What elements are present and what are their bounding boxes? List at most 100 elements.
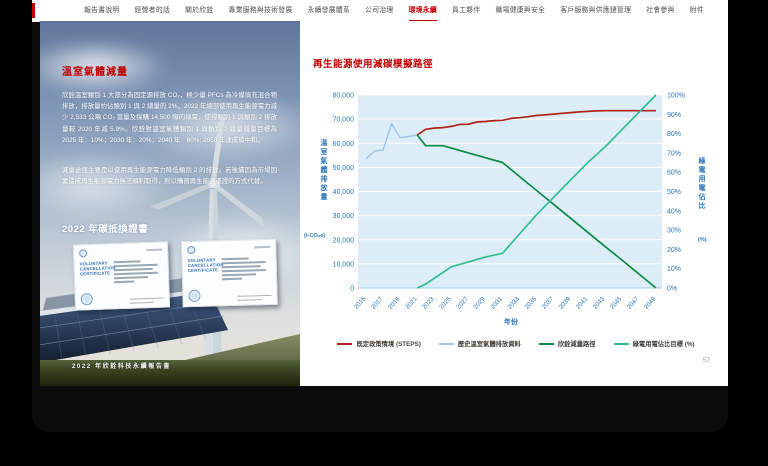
x-tick: 2043 (592, 295, 607, 310)
nav-tab-8[interactable]: 員工夥伴 (452, 0, 480, 20)
photo-text-overlay: 溫室氣體減量 欣銓溫室類別 1 大部分為固定源排放 CO₂，極少量 PFCs 為… (40, 21, 300, 386)
y-tick-right: 60% (667, 170, 681, 177)
x-tick: 2027 (455, 295, 470, 310)
x-tick: 2023 (421, 295, 436, 310)
y-tick-left: 80,000 (333, 93, 355, 100)
y-tick-left: 70,000 (333, 117, 355, 124)
report-footer-caption: 2022 年欣銓科技永續報告書 (72, 364, 172, 370)
certificate-seal (80, 293, 93, 306)
chart-legend: 既定政策情境 (STEPS) 歷史溫室氣體排放資料 欣銓減量路徑 綠電用電佔比目標 (… (314, 339, 718, 348)
legend-swatch (538, 342, 554, 345)
x-tick: 2029 (472, 295, 487, 310)
carbon-offset-certificate: VOLUNTARY CANCELLATION CERTIFICATE (72, 241, 171, 311)
x-tick: 2049 (643, 295, 658, 310)
x-tick: 2035 (524, 295, 539, 310)
x-tick: 2017 (370, 295, 385, 310)
x-tick: 2031 (489, 295, 504, 310)
x-tick: 2047 (626, 295, 641, 310)
nav-tab-1[interactable]: 報告書說明 (84, 0, 119, 20)
desktop-backdrop: 報告書說明 經營者的話 關於欣銓 專業服務與技術發展 永續發展體系 公司治理 環境永續 員工夥… (0, 0, 768, 466)
y-axis-label-right: 綠電用電佔比 (698, 157, 705, 211)
y-tick-right: 0% (667, 286, 677, 293)
certificate-serial (254, 245, 271, 249)
nav-tab-10[interactable]: 客戶服務與供應鏈管理 (560, 0, 631, 20)
nav-tab-6[interactable]: 公司治理 (365, 0, 393, 20)
y-tick-right: 100% (667, 93, 685, 100)
y-tick-right: 40% (667, 208, 681, 215)
y-tick-right: 30% (667, 228, 681, 235)
chart-title: 再生能源使用減碳模擬路徑 (313, 59, 434, 70)
nav-tab-12[interactable]: 附件 (690, 0, 704, 20)
y-tick-left: 50,000 (333, 165, 355, 172)
certificates-row: VOLUNTARY CANCELLATION CERTIFICATE VOLUN… (72, 238, 278, 311)
x-tick: 2025 (438, 295, 453, 310)
legend-label: 歷史溫室氣體排放資料 (457, 341, 521, 348)
left-photo-page: 溫室氣體減量 欣銓溫室類別 1 大部分為固定源排放 CO₂，極少量 PFCs 為… (40, 21, 300, 386)
certificate-signature (237, 294, 272, 301)
body-paragraph: 欣銓溫室類別 1 大部分為固定源排放 CO₂，極少量 PFCs 為冷媒填充混合物… (62, 92, 277, 144)
certificate-serial (146, 248, 163, 252)
right-chart-page: 再生能源使用減碳模擬路徑 0 10,000 20,000 30,000 40,000 50… (300, 21, 728, 386)
x-tick: 2033 (506, 295, 521, 310)
legend-label: 綠電用電佔比目標 (%) (632, 341, 695, 348)
y-axis-unit-right: (%) (698, 237, 707, 243)
y-tick-right: 10% (667, 266, 681, 273)
certificate-logo-icon (79, 249, 88, 258)
top-navbar: 報告書說明 經營者的話 關於欣銓 專業服務與技術發展 永續發展體系 公司治理 環境永續 員工夥… (32, 0, 728, 22)
body-paragraph: 減量途徑主要是以使用再生能源電力降低類別 2 的排放。若後續因為市場因素造成再生… (62, 167, 277, 186)
legend-item-4: 綠電用電佔比目標 (%) (613, 339, 695, 348)
certificate-logo-icon (187, 245, 196, 255)
x-axis-label: 年份 (504, 319, 518, 326)
certificate-seal (188, 289, 201, 303)
legend-item-1: 既定政策情境 (STEPS) (337, 339, 421, 348)
line-chart: 0 10,000 20,000 30,000 40,000 50,000 60,000 70,… (333, 93, 685, 311)
y-tick-left: 10,000 (333, 261, 355, 268)
legend-label: 既定政策情境 (STEPS) (356, 341, 421, 348)
certificates-header: 2022 年碳抵換證書 (62, 224, 149, 235)
y-tick-right: 80% (667, 131, 681, 138)
page-number: 57 (702, 357, 710, 364)
x-tick: 2037 (541, 295, 556, 310)
certificate-title: VOLUNTARY CANCELLATION CERTIFICATE (187, 257, 224, 274)
x-tick: 2015 (353, 295, 368, 310)
legend-item-2: 歷史溫室氣體排放資料 (438, 339, 521, 348)
nav-tab-4[interactable]: 專業服務與技術發展 (229, 0, 293, 20)
certificate-text-lines (113, 259, 163, 283)
nav-tab-11[interactable]: 社會參與 (646, 0, 674, 20)
x-tick: 2021 (404, 295, 419, 310)
carbon-offset-certificate: VOLUNTARY CANCELLATION CERTIFICATE (181, 238, 278, 308)
y-tick-right: 70% (667, 150, 681, 157)
y-tick-right: 90% (667, 112, 681, 119)
x-tick: 2039 (558, 295, 573, 310)
section-title: 溫室氣體減量 (62, 67, 128, 78)
nav-tabs: 報告書說明 經營者的話 關於欣銓 專業服務與技術發展 永續發展體系 公司治理 環境永續 員工夥… (84, 0, 704, 22)
nav-tab-5[interactable]: 永續發展體系 (307, 0, 350, 20)
nav-tab-7[interactable]: 環境永續 (408, 0, 437, 22)
logo-accent (32, 3, 35, 18)
y-tick-right: 50% (667, 189, 681, 196)
y-tick-left: 30,000 (333, 213, 355, 220)
certificate-title: VOLUNTARY CANCELLATION CERTIFICATE (79, 260, 116, 277)
legend-swatch (337, 342, 353, 345)
legend-item-3: 欣銓減量路徑 (538, 339, 596, 348)
y-axis-label-left: 溫室氣體排放量 (320, 139, 327, 202)
legend-label: 欣銓減量路徑 (557, 341, 596, 348)
nav-tab-3[interactable]: 關於欣銓 (185, 0, 213, 20)
x-tick: 2019 (387, 295, 402, 310)
x-tick: 2041 (575, 295, 590, 310)
nav-tab-2[interactable]: 經營者的話 (135, 0, 170, 20)
report-window: 報告書說明 經營者的話 關於欣銓 專業服務與技術發展 永續發展體系 公司治理 環境永續 員工夥… (32, 0, 728, 432)
legend-swatch (613, 342, 629, 345)
chart-area: 0 10,000 20,000 30,000 40,000 50,000 60,000 70,… (300, 79, 728, 329)
y-tick-left: 0 (350, 286, 354, 293)
y-axis-unit-left: (t-CO₂e) (304, 233, 326, 239)
nav-tab-9[interactable]: 職場健康與安全 (496, 0, 546, 20)
y-tick-right: 20% (667, 247, 681, 254)
y-tick-left: 60,000 (333, 141, 355, 148)
certificate-text-lines (221, 256, 272, 280)
certificate-signature (129, 297, 164, 304)
y-tick-left: 20,000 (333, 237, 355, 244)
y-tick-left: 40,000 (333, 189, 355, 196)
legend-swatch (438, 342, 454, 345)
page-spread: 溫室氣體減量 欣銓溫室類別 1 大部分為固定源排放 CO₂，極少量 PFCs 為… (40, 21, 728, 386)
